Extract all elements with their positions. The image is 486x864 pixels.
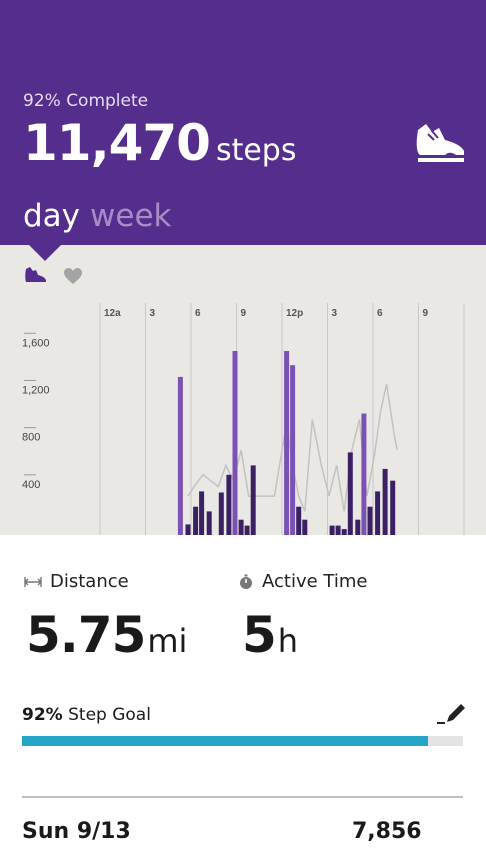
active-time-value-row: 5 h	[242, 610, 298, 660]
steps-value: 11,470	[23, 114, 211, 172]
steps-total: 11,470 steps	[23, 118, 296, 168]
step-bar	[244, 525, 250, 535]
step-bar	[382, 468, 388, 535]
x-tick-label: 12p	[286, 308, 303, 319]
step-bar	[361, 413, 367, 535]
x-tick-label: 12a	[104, 308, 121, 319]
distance-icon	[24, 576, 42, 588]
step-bar	[290, 365, 296, 535]
step-bar	[199, 491, 205, 535]
active-time-label: Active Time	[262, 571, 368, 592]
step-bar	[284, 351, 290, 535]
step-bar	[296, 506, 302, 535]
timer-icon	[238, 574, 254, 590]
distance-label: Distance	[50, 571, 129, 592]
edit-goal-icon[interactable]	[436, 701, 466, 727]
step-bar	[375, 491, 381, 535]
step-goal-progress-bar	[22, 736, 463, 746]
header: 92% Complete 11,470 steps day week	[0, 0, 486, 245]
active-time-value: 5	[242, 606, 277, 664]
step-bar	[390, 480, 396, 535]
chart-plot: 12a 3 6 9 12p 3 6 9 1,600 1,200 800 400	[22, 303, 465, 535]
step-bar	[250, 465, 256, 535]
step-bar	[302, 519, 308, 535]
y-tick-label: 400	[22, 479, 40, 491]
step-bar	[206, 511, 212, 535]
goal-complete-text: 92% Complete	[23, 91, 149, 111]
y-tick-label: 800	[22, 432, 40, 444]
x-tick-label: 3	[332, 308, 338, 319]
step-goal-progress-fill	[22, 736, 428, 746]
step-bar	[177, 376, 183, 535]
active-time-unit: h	[277, 622, 299, 660]
active-time-label-row: Active Time	[238, 571, 367, 592]
step-bar	[226, 474, 232, 535]
tab-week[interactable]: week	[90, 198, 171, 234]
step-goal-label: 92% Step Goal	[22, 705, 151, 725]
step-bar	[347, 452, 353, 535]
distance-unit: mi	[147, 622, 188, 660]
stats-panel: Distance 5.75 mi Active Time 5 h 92% Ste…	[0, 535, 486, 864]
x-tick-label: 9	[241, 308, 247, 319]
x-tick-label: 9	[423, 308, 429, 319]
tab-day[interactable]: day	[23, 198, 80, 234]
step-bar	[193, 506, 199, 535]
divider	[22, 796, 463, 798]
history-steps[interactable]: 7,856	[352, 819, 422, 844]
active-tab-pointer	[28, 244, 62, 261]
distance-label-row: Distance	[24, 571, 129, 592]
shoe-icon	[416, 124, 464, 162]
x-tick-label: 6	[195, 308, 201, 319]
step-bar	[238, 519, 244, 535]
history-date[interactable]: Sun 9/13	[22, 819, 131, 844]
step-goal-text: Step Goal	[68, 705, 151, 725]
step-bar	[329, 525, 335, 535]
step-bar	[218, 492, 224, 535]
distance-value: 5.75	[26, 606, 146, 664]
x-tick-label: 3	[150, 308, 156, 319]
distance-value-row: 5.75 mi	[26, 610, 187, 660]
step-bar	[335, 525, 341, 535]
step-goal-percent: 92%	[22, 705, 63, 725]
steps-chart: 12a 3 6 9 12p 3 6 9 1,600 1,200 800 400	[0, 245, 486, 535]
steps-unit: steps	[215, 133, 297, 168]
step-bar	[185, 524, 191, 535]
step-bar	[355, 519, 361, 535]
step-bar	[367, 506, 373, 535]
y-tick-label: 1,600	[22, 337, 50, 349]
step-bar	[232, 351, 238, 535]
y-tick-label: 1,200	[22, 384, 50, 396]
x-tick-label: 6	[377, 308, 383, 319]
range-tabs: day week	[23, 198, 171, 234]
